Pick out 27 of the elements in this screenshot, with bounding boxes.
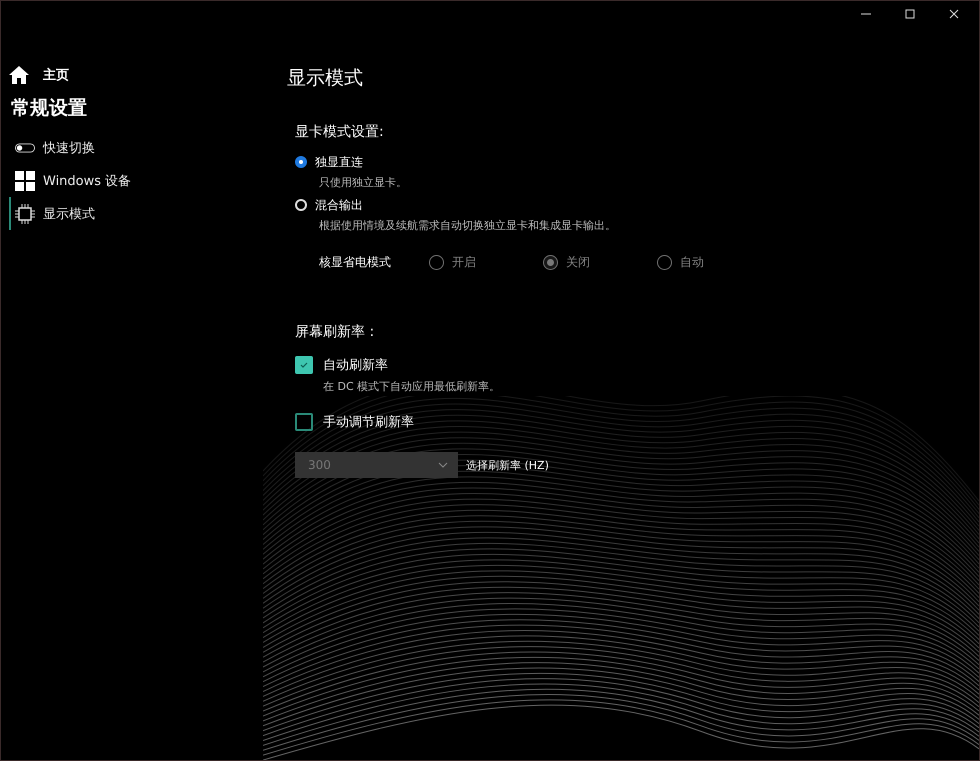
option-description: 只使用独立显卡。 [319, 175, 408, 190]
home-icon [9, 66, 29, 84]
power-saving-label: 核显省电模式 [319, 254, 392, 270]
home-link[interactable]: 主页 [9, 63, 263, 87]
caret-icon [438, 462, 448, 468]
check-icon [299, 360, 309, 370]
sidebar-item[interactable]: 快速切换 [9, 131, 263, 164]
sidebar-heading: 常规设置 [11, 96, 88, 121]
page-title: 显示模式 [287, 66, 364, 91]
radio-option[interactable]: 混合输出 [295, 194, 771, 216]
checkbox-option[interactable]: 自动刷新率 [295, 351, 771, 379]
sidebar-item[interactable]: Windows 设备 [9, 164, 263, 197]
checkbox[interactable] [295, 356, 313, 374]
windows-logo-icon [15, 170, 35, 190]
chip-icon [15, 204, 35, 224]
section-heading: 屏幕刷新率 : [295, 323, 376, 341]
radio-option[interactable]: 独显直连 [295, 151, 771, 173]
maximize-icon[interactable] [905, 9, 915, 19]
option-description: 根据使用情境及续航需求自动切换独立显卡和集成显卡输出。 [319, 218, 617, 233]
sidebar-item[interactable]: 显示模式 [9, 197, 263, 230]
close-icon[interactable] [949, 9, 959, 19]
section-heading: 显卡模式设置: [295, 123, 385, 141]
dropdown-label: 选择刷新率 (HZ) [466, 458, 549, 472]
checkbox[interactable] [295, 413, 313, 431]
checkbox-option[interactable]: 手动调节刷新率 [295, 408, 771, 436]
option-description: 在 DC 模式下自动应用最低刷新率。 [323, 379, 502, 394]
radio-button[interactable] [295, 156, 307, 168]
